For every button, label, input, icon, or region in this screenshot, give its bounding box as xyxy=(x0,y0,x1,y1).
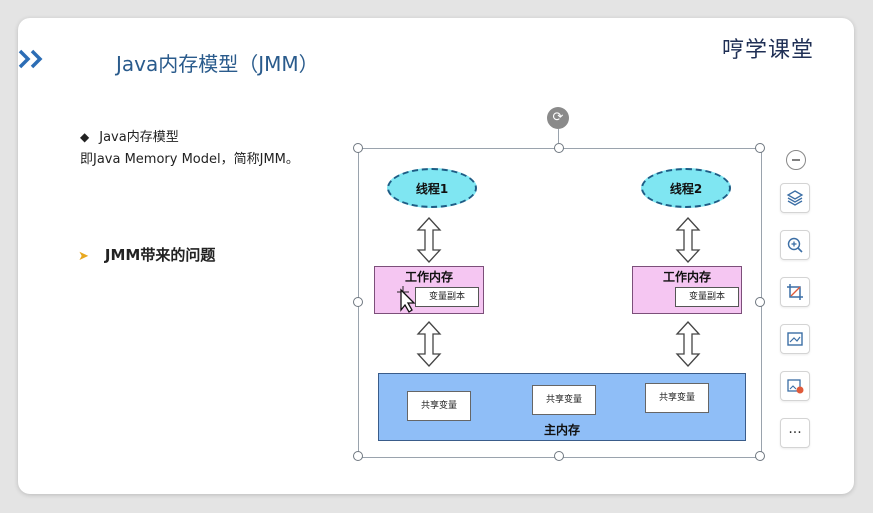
image-edit-icon[interactable] xyxy=(780,371,810,401)
variable-copy-box: 变量副本 xyxy=(415,287,479,307)
resize-handle-se[interactable] xyxy=(755,451,765,461)
work-memory-1: 工作内存 变量副本 xyxy=(374,266,484,314)
thread-2-ellipse: 线程2 xyxy=(641,168,731,208)
double-arrow-icon xyxy=(675,217,701,263)
resize-handle-sw[interactable] xyxy=(353,451,363,461)
thread-1-ellipse: 线程1 xyxy=(387,168,477,208)
double-chevron-icon xyxy=(18,49,43,69)
image-frame-icon[interactable] xyxy=(780,324,810,354)
resize-handle-e[interactable] xyxy=(755,297,765,307)
double-arrow-icon xyxy=(416,321,442,367)
variable-copy-box: 变量副本 xyxy=(675,287,739,307)
resize-handle-s[interactable] xyxy=(554,451,564,461)
diamond-bullet-icon: ◆ xyxy=(80,130,90,144)
brand-logo: 哼学课堂 xyxy=(722,32,814,64)
bullet-point: ◆ Java内存模型 xyxy=(80,126,179,145)
slide-canvas: Java内存模型（JMM） 哼学课堂 ◆ Java内存模型 即Java Memor… xyxy=(18,18,854,494)
resize-handle-ne[interactable] xyxy=(755,143,765,153)
resize-handle-nw[interactable] xyxy=(353,143,363,153)
more-icon[interactable]: ··· xyxy=(780,418,810,448)
slide-title: Java内存模型（JMM） xyxy=(116,52,319,76)
logo-prefix-glyph: 哼 xyxy=(721,38,745,63)
shared-variable-box: 共享变量 xyxy=(407,391,471,421)
double-arrow-icon xyxy=(675,321,701,367)
bullet-text: Java内存模型 xyxy=(99,130,179,145)
logo-text: 学课堂 xyxy=(744,38,814,63)
main-memory-box: 共享变量 共享变量 共享变量 主内存 xyxy=(378,373,746,441)
resize-handle-w[interactable] xyxy=(353,297,363,307)
main-memory-label: 主内存 xyxy=(543,423,580,437)
shared-variable-box: 共享变量 xyxy=(645,383,709,413)
shared-variable-box: 共享变量 xyxy=(532,385,596,415)
rotate-icon[interactable]: ⟳ xyxy=(547,107,569,129)
crop-icon[interactable] xyxy=(780,277,810,307)
layers-icon[interactable] xyxy=(780,183,810,213)
rotate-connector xyxy=(558,129,559,143)
resize-handle-n[interactable] xyxy=(554,143,564,153)
work-memory-label: 工作内存 xyxy=(404,270,453,284)
bullet-point-2: ➤ JMM带来的问题 xyxy=(78,244,215,265)
work-memory-label: 工作内存 xyxy=(662,270,711,284)
double-arrow-icon xyxy=(416,217,442,263)
bullet-subtext: 即Java Memory Model，简称JMM。 xyxy=(80,152,299,167)
arrow-bullet-icon: ➤ xyxy=(78,249,89,264)
cursor-icon xyxy=(397,286,416,313)
bullet-text-2: JMM带来的问题 xyxy=(104,246,216,264)
zoom-in-icon[interactable] xyxy=(780,230,810,260)
work-memory-2: 工作内存 变量副本 xyxy=(632,266,742,314)
zoom-out-icon[interactable] xyxy=(786,150,806,170)
